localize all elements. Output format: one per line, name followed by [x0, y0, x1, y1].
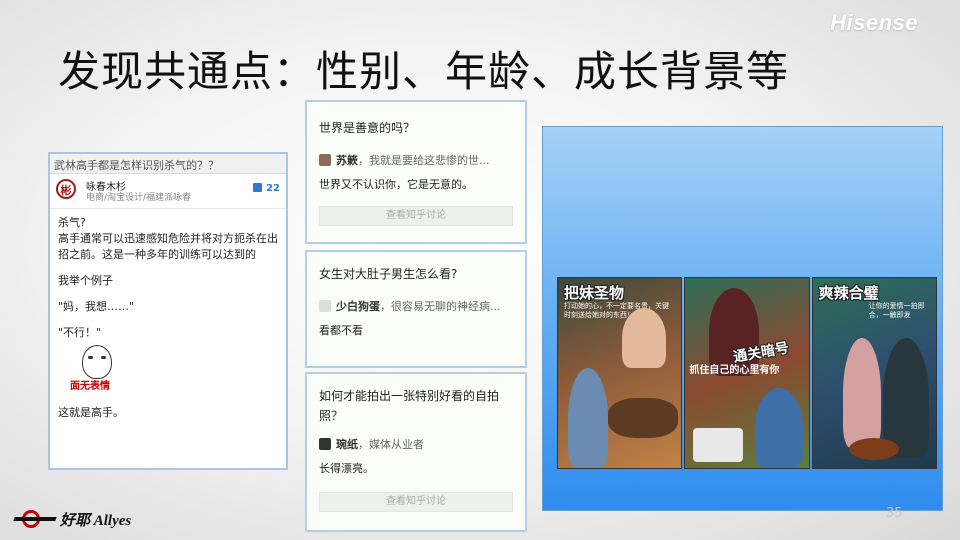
comic-dish: [848, 438, 899, 460]
page-number: 35: [886, 506, 903, 521]
qa-card: 女生对大肚子男生怎么看? 少白狗蛋，很容易无聊的神经病... 看都不看: [305, 250, 527, 368]
comic-panel-1: 把妹圣物 打动她的心，不一定要名贵，关键时刻送给她对的东西！: [557, 277, 683, 469]
comic-panel-2: 通关暗号 抓住自己的心里有你: [684, 277, 810, 469]
qa-question[interactable]: 世界是善意的吗？: [319, 118, 515, 138]
comic-figure: [568, 368, 608, 468]
answerer-avatar: [319, 154, 331, 166]
answer-text: 看都不看: [319, 324, 363, 337]
answer-closing: 这就是高手。: [58, 406, 124, 419]
comic-figure: [842, 338, 881, 448]
comic-figure: [755, 388, 804, 468]
answerer-row: 琬纸，媒体从业者: [319, 436, 515, 452]
answerer-row: 少白狗蛋，很容易无聊的神经病...: [319, 298, 515, 314]
answer-text: 长得漂亮。: [319, 462, 374, 475]
author-row: 彬 咏春木杉 电商/淘宝设计/福建派咏春 22: [50, 174, 286, 209]
comic-title: 爽辣合璧: [818, 284, 879, 302]
qa-question[interactable]: 如何才能拍出一张特别好看的自拍照？: [319, 386, 515, 426]
author-description: 电商/淘宝设计/福建派咏春: [86, 193, 192, 203]
answer-paragraph: "不行！": [58, 326, 102, 339]
comic-title: 把妹圣物: [564, 284, 625, 302]
answer-text: 世界又不认识你，它是无意的。: [319, 178, 473, 191]
answerer-row: 苏簌，我就是要给这悲惨的世...: [319, 152, 515, 168]
allyes-wordmark: 好耶 Allyes: [60, 512, 132, 529]
answerer-desc: ，媒体从业者: [358, 438, 424, 451]
zhihu-answer-card: 武林高手都是怎样识别杀气的？？ 彬 咏春木杉 电商/淘宝设计/福建派咏春 22 …: [48, 152, 288, 470]
answerer-avatar: [319, 438, 331, 450]
comic-panel-3: 爽辣合璧 让你的爱情一拍即合，一触即发: [811, 277, 937, 469]
answer-paragraph: "妈，我想……": [58, 300, 135, 313]
view-discussion-button[interactable]: 查看知乎讨论: [319, 492, 513, 512]
comic-panel: 把妹圣物 打动她的心，不一定要名贵，关键时刻送给她对的东西！ 通关暗号 抓住自己…: [542, 126, 943, 511]
comic-strip: 把妹圣物 打动她的心，不一定要名贵，关键时刻送给她对的东西！ 通关暗号 抓住自己…: [557, 277, 937, 469]
image-caption: 面无表情: [70, 381, 110, 392]
answerer-name[interactable]: 少白狗蛋: [336, 300, 380, 313]
answer-paragraph: 高手通常可以迅速感知危险并将对方扼杀在出招之前。这是一种多年的训练可以达到的: [58, 232, 278, 261]
qa-card: 如何才能拍出一张特别好看的自拍照？ 琬纸，媒体从业者 长得漂亮。 查看知乎讨论: [305, 372, 527, 532]
answer-paragraph: 我举个例子: [58, 274, 113, 287]
vote-count: 22: [266, 183, 280, 194]
view-discussion-button[interactable]: 查看知乎讨论: [319, 206, 513, 226]
answerer-name[interactable]: 琬纸: [336, 438, 358, 451]
comic-subtitle: 抓住自己的心里有你: [689, 365, 780, 376]
comic-subtitle: 让你的爱情一拍即合，一触即发: [868, 302, 925, 319]
hisense-logo: Hisense: [830, 10, 918, 35]
comic-hotpot: [608, 398, 678, 438]
allyes-mark-icon: [13, 508, 57, 530]
thumbs-up-icon: [253, 183, 263, 192]
upvote-button[interactable]: 22: [253, 183, 280, 194]
avatar[interactable]: 彬: [56, 179, 76, 199]
allyes-logo: 好耶 Allyes: [13, 508, 132, 530]
answer-body: 杀气? 高手通常可以迅速感知危险并将对方扼杀在出招之前。这是一种多年的训练可以达…: [50, 209, 286, 437]
answerer-desc: ，很容易无聊的神经病...: [380, 300, 501, 313]
answerer-desc: ，我就是要给这悲惨的世...: [358, 154, 490, 167]
question-heading[interactable]: 武林高手都是怎样识别杀气的？？: [50, 154, 286, 174]
comic-laptop: [693, 428, 744, 462]
answerer-name[interactable]: 苏簌: [336, 154, 358, 167]
qa-card: 世界是善意的吗？ 苏簌，我就是要给这悲惨的世... 世界又不认识你，它是无意的。…: [305, 100, 527, 244]
slide-title: 发现共通点：性别、年龄、成长背景等: [58, 47, 790, 96]
comic-figure: [622, 308, 666, 368]
answerer-avatar: [319, 300, 331, 312]
poker-face-image: 面无表情: [66, 345, 126, 395]
answer-paragraph: 杀气?: [58, 216, 86, 229]
qa-question[interactable]: 女生对大肚子男生怎么看?: [319, 264, 515, 284]
poker-face-icon: [82, 345, 112, 379]
